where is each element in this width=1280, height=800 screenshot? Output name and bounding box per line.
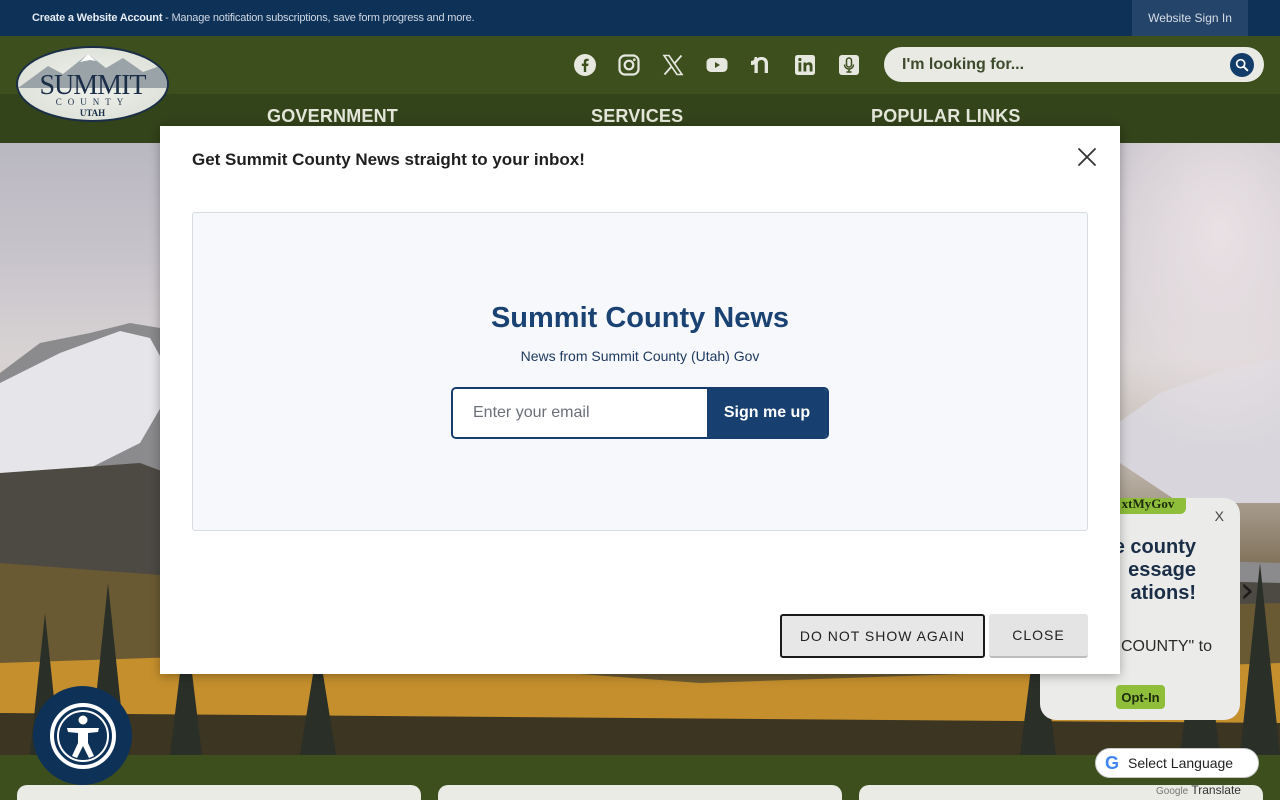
signup-form: Sign me up bbox=[451, 387, 829, 439]
modal-title: Get Summit County News straight to your … bbox=[192, 150, 585, 169]
modal-close-button[interactable] bbox=[1076, 146, 1098, 168]
close-icon bbox=[1078, 148, 1096, 166]
close-button[interactable]: CLOSE bbox=[989, 614, 1088, 658]
newsletter-modal: Get Summit County News straight to your … bbox=[160, 126, 1120, 674]
newsletter-subtitle: News from Summit County (Utah) Gov bbox=[520, 348, 760, 364]
email-input[interactable] bbox=[453, 389, 710, 437]
do-not-show-again-button[interactable]: DO NOT SHOW AGAIN bbox=[780, 614, 985, 658]
newsletter-panel: Summit County News News from Summit Coun… bbox=[192, 212, 1088, 531]
newsletter-title: Summit County News bbox=[490, 302, 790, 334]
sign-me-up-button[interactable]: Sign me up bbox=[707, 389, 827, 437]
